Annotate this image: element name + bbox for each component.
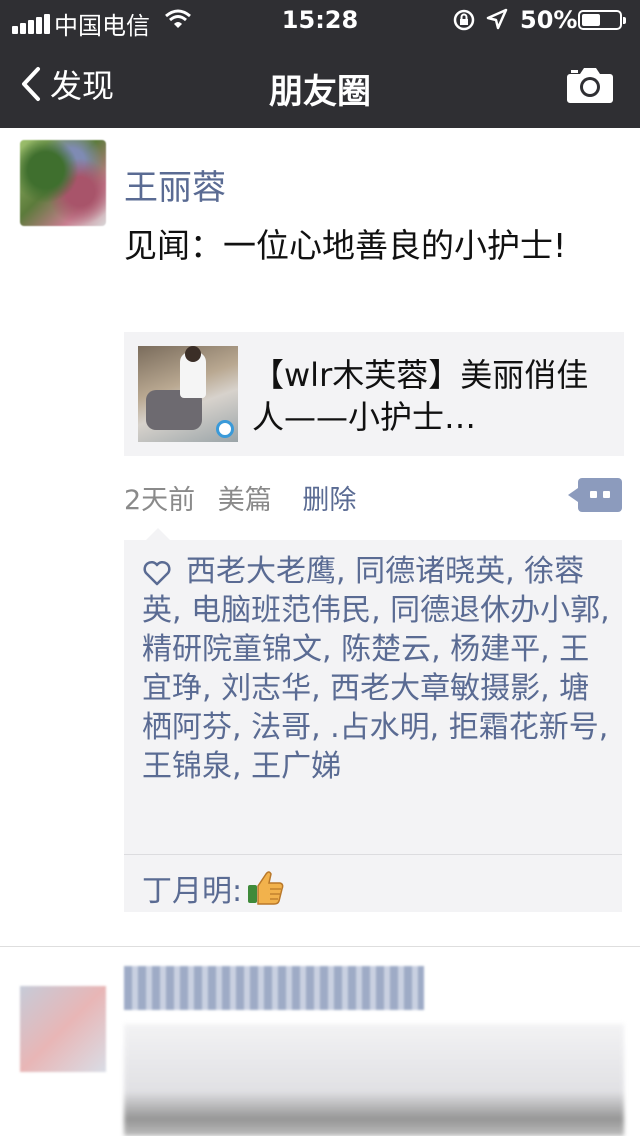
nav-bar: 发现 朋友圈 [0,40,640,128]
heart-outline-icon [143,560,171,585]
divider [124,854,622,855]
likes-panel: 西老大老鹰, 同德诸晓英, 徐蓉英, 电脑班范伟民, 同德退休办小郭, 精研院童… [124,528,622,912]
location-arrow-icon [486,8,508,30]
rotation-lock-icon [453,9,475,31]
link-title: 【wlr木芙蓉】美丽俏佳人——小护士… [252,356,589,436]
feed-separator [0,946,640,947]
comment-author[interactable]: 丁月明: [142,866,242,910]
link-card[interactable]: 【wlr木芙蓉】美丽俏佳人——小护士… [124,332,624,456]
liker-names[interactable]: 西老大老鹰, 同德诸晓英, 徐蓉英, 电脑班范伟民, 同德退休办小郭, 精研院童… [142,554,610,784]
post-text: 见闻：一位心地善良的小护士! [124,226,567,265]
camera-icon[interactable] [566,66,614,104]
link-thumbnail [138,346,238,442]
meipian-logo-icon [216,420,234,438]
next-post-author-redacted [124,966,424,1010]
likes-list: 西老大老鹰, 同德诸晓英, 徐蓉英, 电脑班范伟民, 同德退休办小郭, 精研院童… [142,552,618,786]
post-time: 2天前 [124,485,196,516]
top-bar: 中国电信 15:28 50% 发现 朋友圈 [0,0,640,128]
comment-row[interactable]: 丁月明: [142,866,286,910]
delete-link[interactable]: 删除 [302,485,356,516]
thumbs-up-icon [248,871,284,905]
post-source: 美篇 [217,485,272,516]
comment-bubble-icon[interactable] [568,478,622,512]
next-post-content-redacted [124,1024,624,1136]
battery-percent: 50% [520,6,578,34]
author-avatar[interactable] [20,140,106,226]
post-meta: 2天前 美篇 删除 [124,478,356,518]
battery-icon [578,10,626,30]
next-post-avatar[interactable] [20,986,106,1072]
post-author[interactable]: 王丽蓉 [124,160,226,209]
page-title: 朋友圈 [269,72,371,112]
status-bar: 中国电信 15:28 50% [0,0,640,40]
